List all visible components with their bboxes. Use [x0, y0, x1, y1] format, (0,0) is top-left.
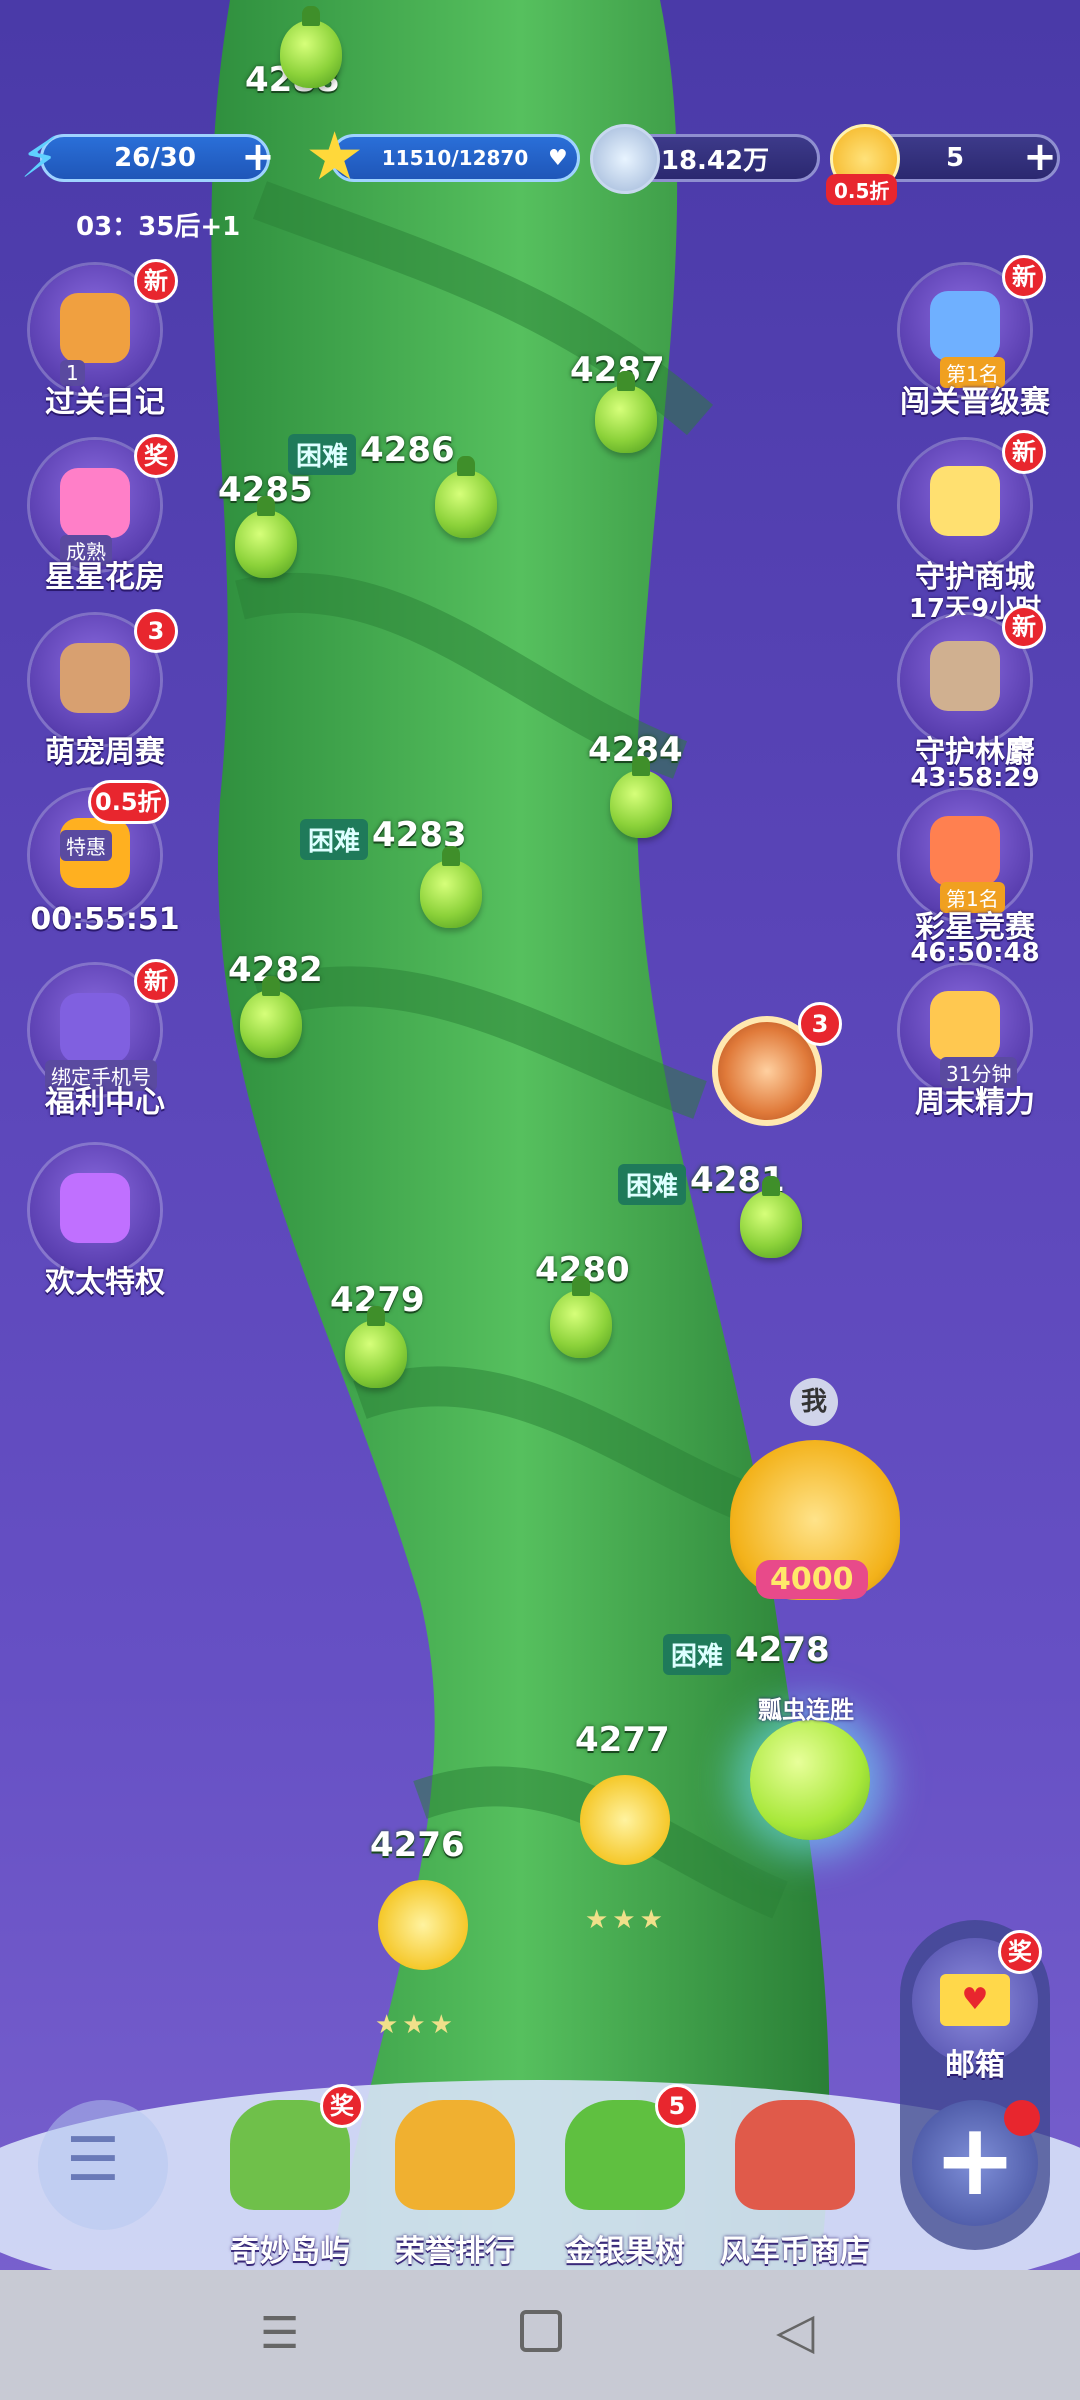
player-avatar[interactable]: 我 4000	[730, 1378, 900, 1600]
right-menu-art	[930, 816, 1000, 886]
star-icon: ★	[305, 118, 365, 195]
hard-tag: 困难	[663, 1634, 732, 1675]
left-menu-label: 福利中心	[45, 1085, 165, 1120]
me-tag: 我	[790, 1378, 838, 1426]
hard-tag: 困难	[288, 434, 357, 475]
level-stars: ★★★	[375, 2010, 457, 2040]
left-menu-art	[60, 293, 130, 363]
hard-tag: 困难	[618, 1164, 687, 1205]
lightning-icon: ⚡	[20, 126, 60, 191]
left-menu-sub: 特惠	[60, 830, 112, 861]
system-nav-bar: ☰ ◁	[0, 2270, 1080, 2400]
left-menu-badge: 新	[134, 959, 178, 1003]
left-menu-art	[60, 643, 130, 713]
mail-icon: ♥	[940, 1974, 1010, 2026]
player-score: 4000	[756, 1560, 868, 1599]
right-menu-timer: 46:50:48	[910, 938, 1040, 968]
bonus-pod[interactable]	[750, 1720, 870, 1840]
right-menu-badge: 新	[1002, 605, 1046, 649]
right-menu-timer: 43:58:29	[910, 763, 1040, 793]
level-pod[interactable]	[550, 1276, 612, 1358]
home-icon[interactable]	[520, 2310, 562, 2352]
right-menu-label: 周末精力	[915, 1085, 1035, 1120]
energy-bar[interactable]: 26/30	[40, 134, 270, 182]
right-menu-badge: 新	[1002, 255, 1046, 299]
left-menu-art	[60, 468, 130, 538]
level-number: 4278	[735, 1630, 830, 1670]
level-pod[interactable]	[235, 496, 297, 578]
left-menu-badge: 新	[134, 259, 178, 303]
mail-badge: 奖	[998, 1930, 1042, 1974]
expand-button[interactable]: +	[912, 2100, 1040, 2226]
right-menu-label: 闯关晋级赛	[900, 385, 1050, 420]
level-pod[interactable]	[345, 1306, 407, 1388]
mail-label: 邮箱	[945, 2048, 1005, 2083]
right-menu-art	[930, 641, 1000, 711]
level-number: 4277	[575, 1720, 670, 1760]
bottom-nav-icon	[395, 2100, 515, 2210]
left-menu-label: 欢太特权	[45, 1265, 165, 1300]
hard-tag: 困难	[300, 819, 369, 860]
right-menu-art	[930, 466, 1000, 536]
left-menu-label: 萌宠周赛	[45, 735, 165, 770]
left-menu-badge: 0.5折	[88, 780, 169, 824]
left-menu-art	[60, 1173, 130, 1243]
expand-dot	[1004, 2100, 1040, 2136]
level-pod[interactable]	[595, 371, 657, 453]
stars-value: 11510/12870	[381, 146, 529, 170]
heart-icon: ♥	[548, 146, 568, 171]
level-pod[interactable]	[420, 846, 482, 928]
bottom-nav-label: 金银果树	[565, 2234, 685, 2269]
bonus-tag: 瓢虫连胜	[758, 1696, 854, 1724]
bottom-nav-item[interactable]: 奇妙岛屿 奖	[210, 2084, 370, 2270]
level-pod[interactable]	[240, 976, 302, 1058]
right-menu-art	[930, 291, 1000, 361]
left-menu-art	[60, 993, 130, 1063]
completed-level-bubble[interactable]	[580, 1775, 670, 1865]
left-menu-badge: 3	[134, 609, 178, 653]
left-menu-label: 星星花房	[45, 560, 165, 595]
menu-icon: ☰	[66, 2125, 120, 2195]
recents-icon[interactable]: ☰	[260, 2308, 299, 2359]
tickets-value: 5	[945, 143, 965, 173]
bottom-nav-label: 奇妙岛屿	[230, 2234, 350, 2269]
bottom-nav-icon	[735, 2100, 855, 2210]
energy-timer: 03：35后+1	[76, 212, 241, 242]
bottom-nav-badge: 奖	[320, 2084, 364, 2128]
level-pod[interactable]	[740, 1176, 802, 1258]
level-stars: ★★★	[585, 1905, 667, 1935]
energy-value: 26/30	[114, 143, 196, 173]
left-menu-label: 00:55:51	[30, 902, 180, 937]
left-menu-badge: 奖	[134, 434, 178, 478]
back-icon[interactable]: ◁	[776, 2302, 814, 2360]
left-menu-label: 过关日记	[45, 385, 165, 420]
bottom-nav-item[interactable]: 风车币商店	[715, 2090, 875, 2270]
wheel-badge: 3	[798, 1002, 842, 1046]
level-pod[interactable]	[435, 456, 497, 538]
menu-button[interactable]: ☰	[38, 2100, 168, 2230]
right-menu-art	[930, 991, 1000, 1061]
bottom-nav-badge: 5	[655, 2084, 699, 2128]
bottom-nav-label: 荣誉排行	[395, 2234, 515, 2269]
bottom-nav-item[interactable]: 金银果树 5	[545, 2084, 705, 2270]
bottom-nav-item[interactable]: 荣誉排行	[375, 2090, 535, 2270]
right-menu-badge: 新	[1002, 430, 1046, 474]
coin-icon	[590, 124, 660, 194]
tickets-add-button[interactable]: +	[1022, 137, 1058, 177]
level-number: 4286	[360, 430, 455, 470]
coins-value: 18.42万	[660, 145, 770, 176]
level-number: 4276	[370, 1825, 465, 1865]
level-pod[interactable]	[610, 756, 672, 838]
stars-bar[interactable]: 11510/12870	[330, 134, 580, 182]
bottom-nav-label: 风车币商店	[720, 2234, 870, 2269]
energy-add-button[interactable]: +	[240, 137, 276, 177]
ticket-discount-badge: 0.5折	[826, 174, 898, 205]
level-pod[interactable]	[280, 6, 342, 88]
lucky-wheel-button[interactable]: 3	[712, 1002, 842, 1126]
completed-level-bubble[interactable]	[378, 1880, 468, 1970]
